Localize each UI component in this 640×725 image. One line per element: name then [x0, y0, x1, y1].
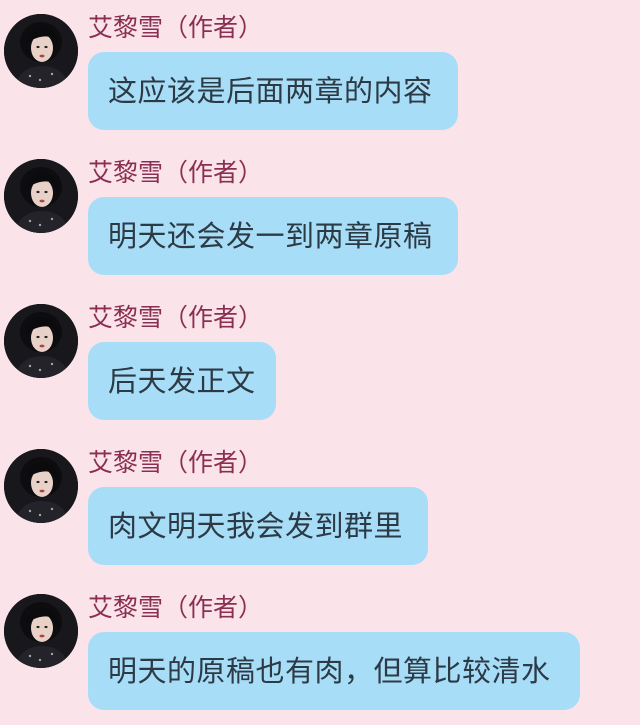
- sender-name: 艾黎雪（作者）: [88, 158, 264, 187]
- message-bubble[interactable]: 这应该是后面两章的内容: [88, 52, 458, 130]
- avatar-photo-icon: [4, 594, 78, 668]
- chat-message: 艾黎雪（作者） 这应该是后面两章的内容: [0, 0, 640, 145]
- chat-message: 艾黎雪（作者） 明天的原稿也有肉，但算比较清水: [0, 580, 640, 725]
- avatar-photo-icon: [4, 14, 78, 88]
- message-bubble[interactable]: 肉文明天我会发到群里: [88, 487, 428, 565]
- avatar[interactable]: [4, 594, 78, 668]
- avatar[interactable]: [4, 449, 78, 523]
- chat-message: 艾黎雪（作者） 明天还会发一到两章原稿: [0, 145, 640, 290]
- avatar-photo-icon: [4, 304, 78, 378]
- sender-name: 艾黎雪（作者）: [88, 593, 264, 622]
- message-bubble[interactable]: 明天还会发一到两章原稿: [88, 197, 458, 275]
- avatar-photo-icon: [4, 159, 78, 233]
- message-bubble[interactable]: 后天发正文: [88, 342, 276, 420]
- avatar-photo-icon: [4, 449, 78, 523]
- avatar[interactable]: [4, 159, 78, 233]
- sender-name: 艾黎雪（作者）: [88, 303, 264, 332]
- sender-name: 艾黎雪（作者）: [88, 448, 264, 477]
- avatar[interactable]: [4, 14, 78, 88]
- message-bubble[interactable]: 明天的原稿也有肉，但算比较清水: [88, 632, 580, 710]
- chat-message: 艾黎雪（作者） 后天发正文: [0, 290, 640, 435]
- chat-message: 艾黎雪（作者） 肉文明天我会发到群里: [0, 435, 640, 580]
- chat-message-list: 艾黎雪（作者） 这应该是后面两章的内容 艾黎雪（作者） 明天还会发一到两章原稿: [0, 0, 640, 717]
- avatar[interactable]: [4, 304, 78, 378]
- sender-name: 艾黎雪（作者）: [88, 13, 264, 42]
